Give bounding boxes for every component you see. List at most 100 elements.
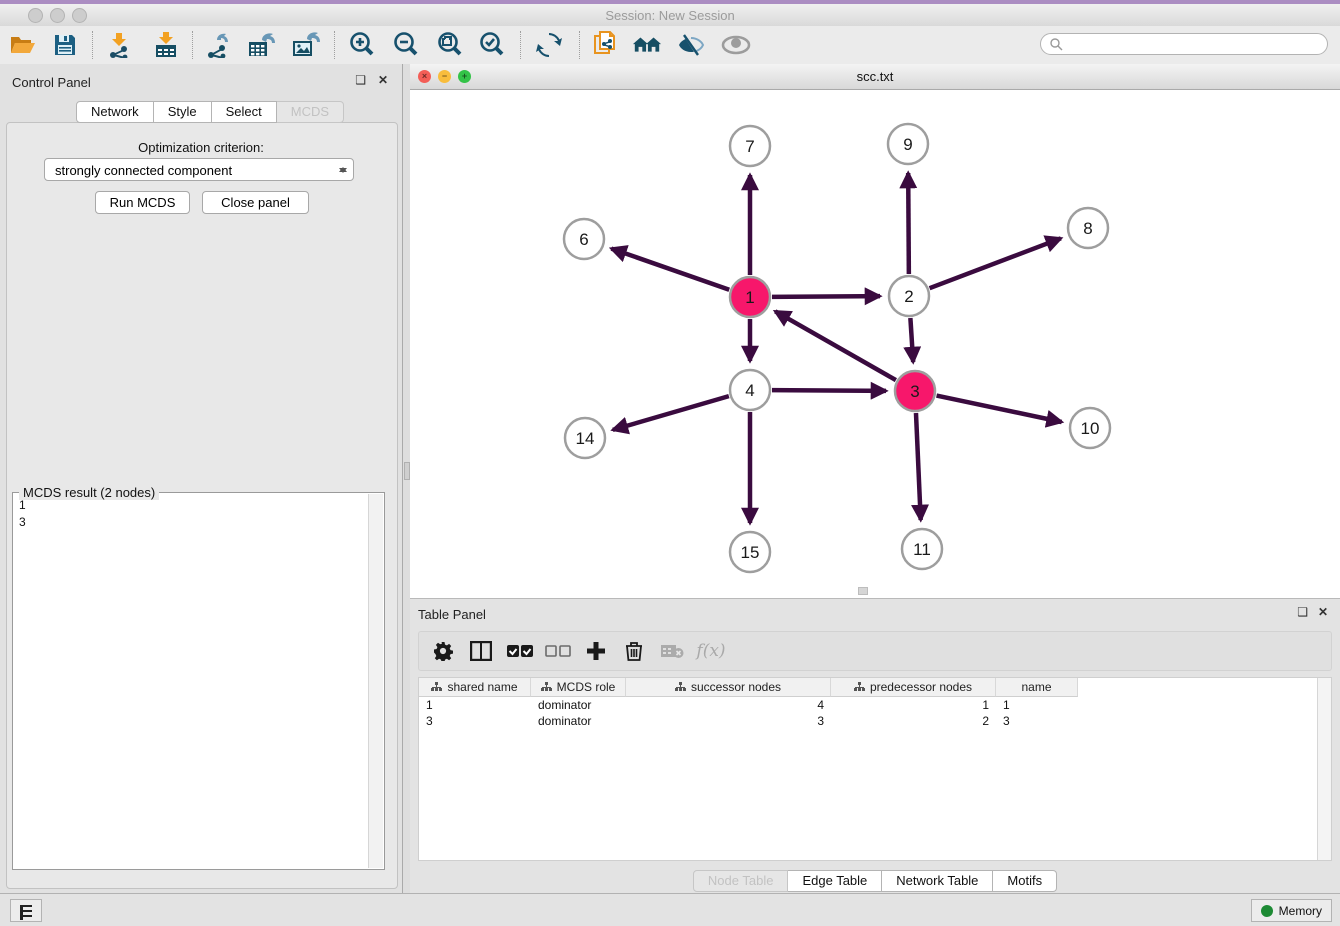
table-panel-tabs: Node TableEdge TableNetwork TableMotifs bbox=[410, 870, 1340, 892]
tab-network-table[interactable]: Network Table bbox=[882, 870, 993, 892]
tab-select[interactable]: Select bbox=[212, 101, 277, 123]
apply-function-icon[interactable]: f(x) bbox=[691, 636, 731, 666]
view-splitter-handle[interactable] bbox=[858, 587, 868, 595]
table-cell: 1 bbox=[996, 697, 1078, 713]
optimization-criterion-select[interactable]: strongly connected component bbox=[44, 158, 354, 181]
graph-node-1[interactable]: 1 bbox=[730, 277, 770, 317]
run-mcds-button[interactable]: Run MCDS bbox=[95, 191, 190, 214]
table-settings-icon[interactable] bbox=[427, 636, 459, 666]
graph-edge-1-6[interactable] bbox=[611, 249, 729, 290]
float-panel-icon[interactable]: ❑ bbox=[1297, 606, 1308, 618]
svg-text:4: 4 bbox=[745, 381, 754, 400]
graph-node-7[interactable]: 7 bbox=[730, 126, 770, 166]
table-row[interactable]: 1dominator411 bbox=[419, 697, 1078, 713]
svg-text:2: 2 bbox=[904, 287, 913, 306]
tab-motifs[interactable]: Motifs bbox=[993, 870, 1057, 892]
open-file-icon[interactable] bbox=[8, 31, 38, 59]
export-table-icon[interactable] bbox=[247, 31, 277, 59]
table-panel: Table Panel ❑ ✕ f(x) shared nameMCDS rol… bbox=[410, 598, 1340, 893]
delete-table-icon[interactable] bbox=[656, 636, 688, 666]
table-cell: 3 bbox=[419, 713, 531, 729]
graph-edge-4-14[interactable] bbox=[613, 396, 729, 430]
zoom-out-icon[interactable] bbox=[391, 31, 421, 59]
chevron-up-down-icon bbox=[338, 162, 347, 178]
table-row[interactable]: 3dominator323 bbox=[419, 713, 1078, 729]
column-header-successor-nodes[interactable]: successor nodes bbox=[626, 678, 831, 697]
graph-node-6[interactable]: 6 bbox=[564, 219, 604, 259]
search-input[interactable] bbox=[1063, 36, 1327, 52]
zoom-selected-icon[interactable] bbox=[477, 31, 507, 59]
toolbar-separator bbox=[579, 31, 580, 59]
select-all-icon[interactable] bbox=[504, 636, 536, 666]
table-cell: 1 bbox=[419, 697, 531, 713]
delete-column-icon[interactable] bbox=[618, 636, 650, 666]
graph-node-11[interactable]: 11 bbox=[902, 529, 942, 569]
control-panel: Control Panel ❑ ✕ NetworkStyleSelectMCDS… bbox=[0, 64, 403, 893]
graph-node-2[interactable]: 2 bbox=[889, 276, 929, 316]
table-panel-title: Table Panel bbox=[418, 607, 486, 622]
table-header-row: shared nameMCDS rolesuccessor nodesprede… bbox=[419, 678, 1078, 697]
deselect-all-icon[interactable] bbox=[542, 636, 574, 666]
result-scrollbar[interactable] bbox=[368, 494, 383, 868]
toolbar-separator bbox=[192, 31, 193, 59]
mcds-result-list[interactable]: 1 3 bbox=[19, 497, 26, 531]
float-panel-icon[interactable]: ❑ bbox=[355, 74, 366, 86]
import-network-icon[interactable] bbox=[104, 31, 134, 59]
graph-node-15[interactable]: 15 bbox=[730, 532, 770, 572]
show-all-icon[interactable] bbox=[721, 31, 751, 59]
window-titlebar[interactable]: Session: New Session bbox=[0, 4, 1340, 27]
table-scrollbar[interactable] bbox=[1317, 678, 1331, 860]
graph-edge-3-11[interactable] bbox=[916, 413, 921, 520]
memory-button[interactable]: Memory bbox=[1251, 899, 1332, 922]
graph-node-14[interactable]: 14 bbox=[565, 418, 605, 458]
memory-button-label: Memory bbox=[1279, 904, 1322, 918]
first-neighbors-icon[interactable] bbox=[632, 31, 662, 59]
graph-edge-3-1[interactable] bbox=[775, 311, 896, 380]
graph-edge-1-2[interactable] bbox=[772, 296, 880, 297]
hide-selected-icon[interactable] bbox=[676, 31, 706, 59]
column-header-name[interactable]: name bbox=[996, 678, 1078, 697]
column-header-MCDS-role[interactable]: MCDS role bbox=[531, 678, 626, 697]
graph-edge-3-10[interactable] bbox=[937, 396, 1062, 422]
copy-style-icon[interactable] bbox=[590, 31, 620, 59]
table-cell: 1 bbox=[831, 697, 996, 713]
status-bar: Memory bbox=[0, 893, 1340, 926]
tab-mcds[interactable]: MCDS bbox=[277, 101, 344, 123]
zoom-fit-icon[interactable] bbox=[435, 31, 465, 59]
graph-node-4[interactable]: 4 bbox=[730, 370, 770, 410]
graph-node-8[interactable]: 8 bbox=[1068, 208, 1108, 248]
network-graph[interactable]: 7 9 6 8 1 2 4 3 14 10 15 11 bbox=[410, 90, 1340, 590]
list-icon bbox=[20, 905, 32, 917]
search-field[interactable] bbox=[1040, 33, 1328, 55]
tab-network[interactable]: Network bbox=[76, 101, 154, 123]
export-image-icon[interactable] bbox=[291, 31, 321, 59]
export-network-icon[interactable] bbox=[203, 31, 233, 59]
mcds-result-title: MCDS result (2 nodes) bbox=[19, 485, 159, 500]
refresh-view-icon[interactable] bbox=[534, 31, 564, 59]
table-cell: 3 bbox=[626, 713, 831, 729]
tab-node-table[interactable]: Node Table bbox=[693, 870, 789, 892]
network-view-titlebar[interactable]: × − + scc.txt bbox=[410, 64, 1340, 90]
tab-style[interactable]: Style bbox=[154, 101, 212, 123]
import-table-icon[interactable] bbox=[151, 31, 181, 59]
graph-edge-2-9[interactable] bbox=[908, 173, 909, 274]
graph-node-3[interactable]: 3 bbox=[895, 371, 935, 411]
column-header-predecessor-nodes[interactable]: predecessor nodes bbox=[831, 678, 996, 697]
add-column-icon[interactable] bbox=[580, 636, 612, 666]
close-panel-icon[interactable]: ✕ bbox=[378, 74, 388, 86]
optimization-criterion-value: strongly connected component bbox=[55, 163, 232, 178]
column-view-icon[interactable] bbox=[465, 636, 497, 666]
close-panel-icon[interactable]: ✕ bbox=[1318, 606, 1328, 618]
show-panels-button[interactable] bbox=[10, 899, 42, 922]
column-header-shared-name[interactable]: shared name bbox=[419, 678, 531, 697]
network-view-title: scc.txt bbox=[410, 69, 1340, 84]
graph-node-10[interactable]: 10 bbox=[1070, 408, 1110, 448]
save-session-icon[interactable] bbox=[50, 31, 80, 59]
graph-edge-4-3[interactable] bbox=[772, 390, 886, 391]
tab-edge-table[interactable]: Edge Table bbox=[788, 870, 882, 892]
zoom-in-icon[interactable] bbox=[347, 31, 377, 59]
close-panel-button[interactable]: Close panel bbox=[202, 191, 309, 214]
graph-edge-2-3[interactable] bbox=[910, 318, 913, 362]
graph-node-9[interactable]: 9 bbox=[888, 124, 928, 164]
graph-edge-2-8[interactable] bbox=[930, 238, 1061, 288]
